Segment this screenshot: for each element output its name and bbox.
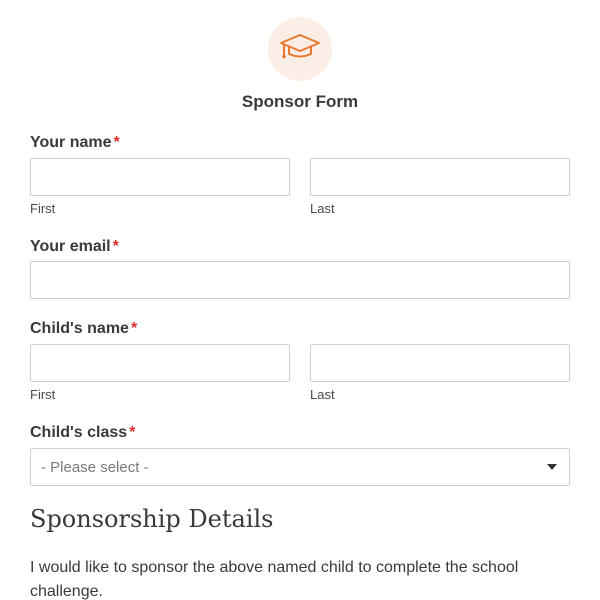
sponsorship-paragraph: I would like to sponsor the above named …	[30, 559, 519, 600]
your-email-label: Your email *	[30, 238, 119, 256]
your-last-name-input[interactable]	[310, 158, 570, 196]
your-email-label-text: Your email	[30, 238, 111, 255]
childs-class-label: Child's class *	[30, 424, 135, 442]
childs-class-selected-value: - Please select -	[41, 458, 149, 476]
your-first-name-sublabel: First	[30, 201, 56, 216]
childs-first-name-sublabel: First	[30, 387, 56, 402]
childs-first-name-input[interactable]	[30, 344, 290, 382]
graduation-cap-icon	[279, 32, 321, 67]
chevron-down-icon	[547, 464, 557, 470]
your-name-label: Your name *	[30, 134, 120, 152]
your-name-label-text: Your name	[30, 134, 112, 151]
required-marker: *	[129, 424, 136, 441]
form-title: Sponsor Form	[241, 92, 359, 111]
childs-class-select[interactable]: - Please select -	[30, 448, 570, 486]
your-email-input[interactable]	[30, 261, 570, 299]
your-first-name-input[interactable]	[30, 158, 290, 196]
your-last-name-sublabel: Last	[310, 201, 335, 216]
section-title: Sponsorship Details	[30, 505, 274, 533]
childs-class-label-text: Child's class	[30, 424, 128, 441]
required-marker: *	[112, 238, 119, 255]
required-marker: *	[113, 134, 120, 151]
required-marker: *	[130, 320, 138, 337]
childs-last-name-sublabel: Last	[310, 387, 335, 402]
childs-last-name-input[interactable]	[310, 344, 570, 382]
childs-name-label: Child's name *	[30, 320, 137, 338]
childs-name-label-text: Child's name	[30, 320, 129, 337]
form-header-icon	[268, 17, 332, 81]
